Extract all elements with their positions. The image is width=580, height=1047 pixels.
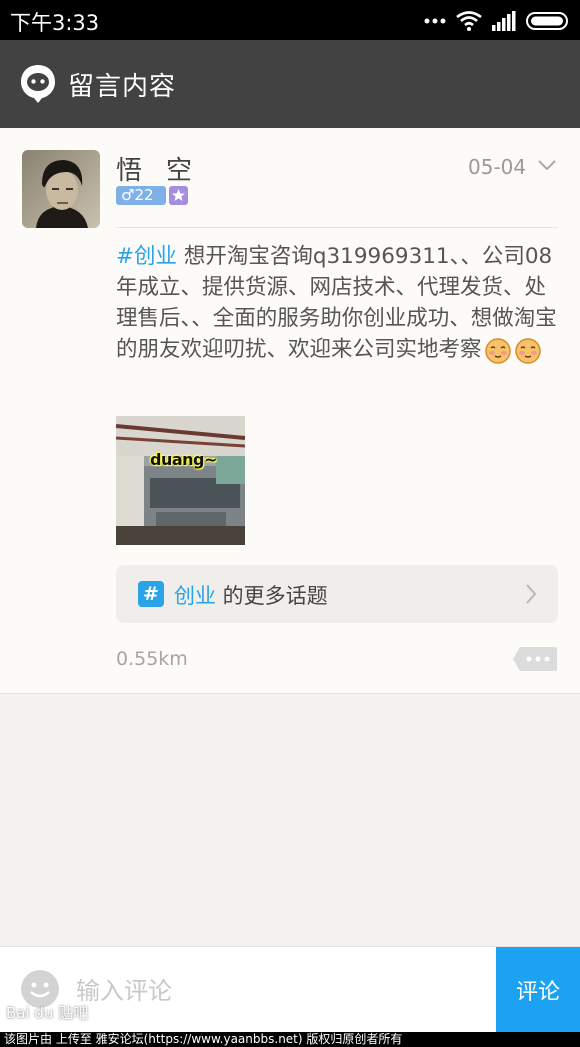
post-image[interactable]: duang~	[116, 416, 245, 545]
avatar-image	[22, 150, 100, 228]
page-title: 留言内容	[68, 72, 177, 102]
status-icons	[424, 9, 570, 33]
distance-label: 0.55km	[116, 648, 188, 670]
vip-star-badge	[169, 186, 188, 205]
topic-text: 创业 的更多话题	[174, 580, 328, 610]
more-topics-link[interactable]: # 创业 的更多话题	[116, 565, 558, 623]
app-header: 留言内容	[0, 40, 580, 128]
gender-age-badge: ♂22	[116, 186, 166, 205]
avatar[interactable]	[22, 150, 100, 228]
star-icon	[172, 189, 185, 201]
more-options-icon[interactable]	[512, 646, 558, 672]
chevron-right-icon	[526, 584, 537, 604]
post-card: 悟空 ♂22 05-04 #创业 想开淘宝咨询q319969311、、公司08年…	[0, 128, 580, 694]
post-hashtag-link[interactable]: #创业	[116, 244, 177, 269]
credit-bar: 该图片由 上传至 雅安论坛(https://www.yaanbbs.net) 版…	[0, 1032, 580, 1047]
battery-icon	[526, 12, 568, 30]
chat-bubble-icon	[21, 65, 55, 103]
more-dots-icon	[424, 18, 446, 24]
comment-submit-button[interactable]: 评论	[496, 947, 580, 1033]
wifi-icon	[456, 11, 482, 31]
status-bar: 下午3:33	[0, 0, 580, 40]
post-date: 05-04	[468, 155, 527, 179]
chevron-down-icon[interactable]	[537, 158, 557, 172]
topic-suffix: 的更多话题	[216, 584, 328, 608]
comment-input[interactable]	[76, 973, 476, 1009]
hashtag-icon: #	[138, 581, 164, 607]
blushing-face-emoji-icon	[514, 338, 541, 364]
image-caption: duang~	[150, 450, 217, 469]
office-photo	[116, 416, 245, 545]
baidu-tieba-watermark: Bai du 贴吧	[6, 1004, 89, 1022]
blushing-face-emoji-icon	[484, 338, 511, 364]
header-divider	[116, 227, 558, 228]
signal-icon	[492, 11, 516, 31]
topic-hashtag: 创业	[174, 584, 216, 608]
status-time: 下午3:33	[10, 11, 100, 35]
post-body: #创业 想开淘宝咨询q319969311、、公司08年成立、提供货源、网店技术、…	[116, 241, 560, 365]
username[interactable]: 悟空	[116, 150, 216, 187]
